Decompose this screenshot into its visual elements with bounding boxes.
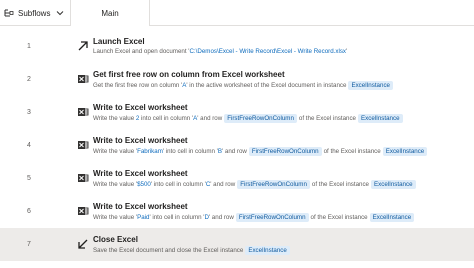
step-description: Get the first free row on column ' A ' in … xyxy=(93,81,395,90)
desc-text: Get the first free row on column ' xyxy=(93,82,183,89)
desc-text: ' and row xyxy=(221,148,247,155)
step-title: Get first free row on column from Excel … xyxy=(93,70,285,79)
desc-text: ' xyxy=(346,48,348,55)
tab-main[interactable]: Main xyxy=(70,0,150,26)
subflows-label: Subflows xyxy=(18,8,51,18)
desc-value: $500 xyxy=(137,181,151,188)
variable-badge: ExcelInstance xyxy=(358,114,403,123)
desc-text: Write the value ' xyxy=(93,214,138,221)
step-number: 4 xyxy=(27,142,31,149)
subflows-dropdown[interactable]: Subflows xyxy=(0,0,68,26)
desc-value: C:\Demos\Excel - Write Record\Excel - Wr… xyxy=(189,48,347,55)
step-title: Launch Excel xyxy=(93,37,145,46)
desc-text: ' and row xyxy=(208,214,234,221)
desc-text: Write the value xyxy=(93,115,136,122)
excel-icon xyxy=(78,141,89,149)
excel-icon xyxy=(78,207,89,215)
step-row-5[interactable]: 5 Write to Excel worksheet Write the val… xyxy=(0,162,474,195)
desc-text: of the Excel instance xyxy=(311,181,370,188)
desc-text: ' into cell in column ' xyxy=(150,181,206,188)
variable-badge: FirstFreeRowOnColumn xyxy=(248,147,322,156)
step-number: 6 xyxy=(27,208,31,215)
desc-text: of the Excel instance xyxy=(323,148,381,155)
step-title: Write to Excel worksheet xyxy=(93,136,188,145)
close-arrow-icon xyxy=(78,239,88,249)
step-row-4[interactable]: 4 Write to Excel worksheet Write the val… xyxy=(0,129,474,162)
step-title: Write to Excel worksheet xyxy=(93,202,188,211)
variable-badge: FirstFreeRowOnColumn xyxy=(237,180,310,189)
step-row-2[interactable]: 2 Get first free row on column from Exce… xyxy=(0,63,474,96)
step-description: Launch Excel and open document ' C:\Demos… xyxy=(93,48,347,55)
desc-text: of the Excel instance xyxy=(310,214,368,221)
desc-text: ' in the active worksheet of the Excel d… xyxy=(186,82,347,89)
variable-badge: ExcelInstance xyxy=(369,213,415,222)
step-description: Write the value ' $500 ' into cell in colu… xyxy=(93,180,418,189)
step-description: Write the value ' Paid ' into cell in colu… xyxy=(93,213,416,222)
excel-icon xyxy=(78,75,89,83)
variable-badge: ExcelInstance xyxy=(371,180,416,189)
step-row-1[interactable]: 1 Launch Excel Launch Excel and open doc… xyxy=(0,30,474,63)
subflows-icon xyxy=(4,9,14,17)
step-description: Write the value ' Fabrikam ' into cell in … xyxy=(93,147,429,156)
step-row-7[interactable]: 7 Close Excel Save the Excel document an… xyxy=(0,228,474,261)
desc-text: of the Excel instance xyxy=(298,115,357,122)
launch-arrow-icon xyxy=(78,41,88,51)
variable-badge: FirstFreeRowOnColumn xyxy=(235,213,309,222)
variable-badge: FirstFreeRowOnColumn xyxy=(224,114,297,123)
step-row-6[interactable]: 6 Write to Excel worksheet Write the val… xyxy=(0,195,474,228)
tab-bar: Subflows Main xyxy=(0,0,474,26)
desc-text: Launch Excel and open document ' xyxy=(93,48,190,55)
variable-badge: ExcelInstance xyxy=(348,81,393,90)
desc-value: Paid xyxy=(137,214,150,221)
step-number: 1 xyxy=(27,43,31,50)
step-title: Write to Excel worksheet xyxy=(93,103,188,112)
excel-icon xyxy=(78,174,89,182)
variable-badge: ExcelInstance xyxy=(382,147,428,156)
step-title: Close Excel xyxy=(93,235,138,244)
chevron-down-icon xyxy=(57,11,64,16)
step-number: 7 xyxy=(27,241,31,248)
desc-text: ' and row xyxy=(210,181,236,188)
step-row-3[interactable]: 3 Write to Excel worksheet Write the val… xyxy=(0,96,474,129)
excel-icon xyxy=(78,108,89,116)
variable-badge: ExcelInstance xyxy=(245,246,290,255)
desc-value: Fabrikam xyxy=(137,148,163,155)
desc-text: Save the Excel document and close the Ex… xyxy=(93,247,244,254)
desc-text: Write the value ' xyxy=(93,181,138,188)
desc-text: ' into cell in column ' xyxy=(149,214,205,221)
step-number: 5 xyxy=(27,175,31,182)
step-title: Write to Excel worksheet xyxy=(93,169,188,178)
step-number: 3 xyxy=(27,109,31,116)
step-description: Save the Excel document and close the Ex… xyxy=(93,246,292,255)
step-number: 2 xyxy=(27,76,31,83)
desc-text: ' and row xyxy=(197,115,223,122)
desc-text: Write the value ' xyxy=(93,148,138,155)
desc-text: into cell in column ' xyxy=(139,115,194,122)
desc-text: ' into cell in column ' xyxy=(162,148,218,155)
step-description: Write the value 2 into cell in column ' A… xyxy=(93,114,405,123)
